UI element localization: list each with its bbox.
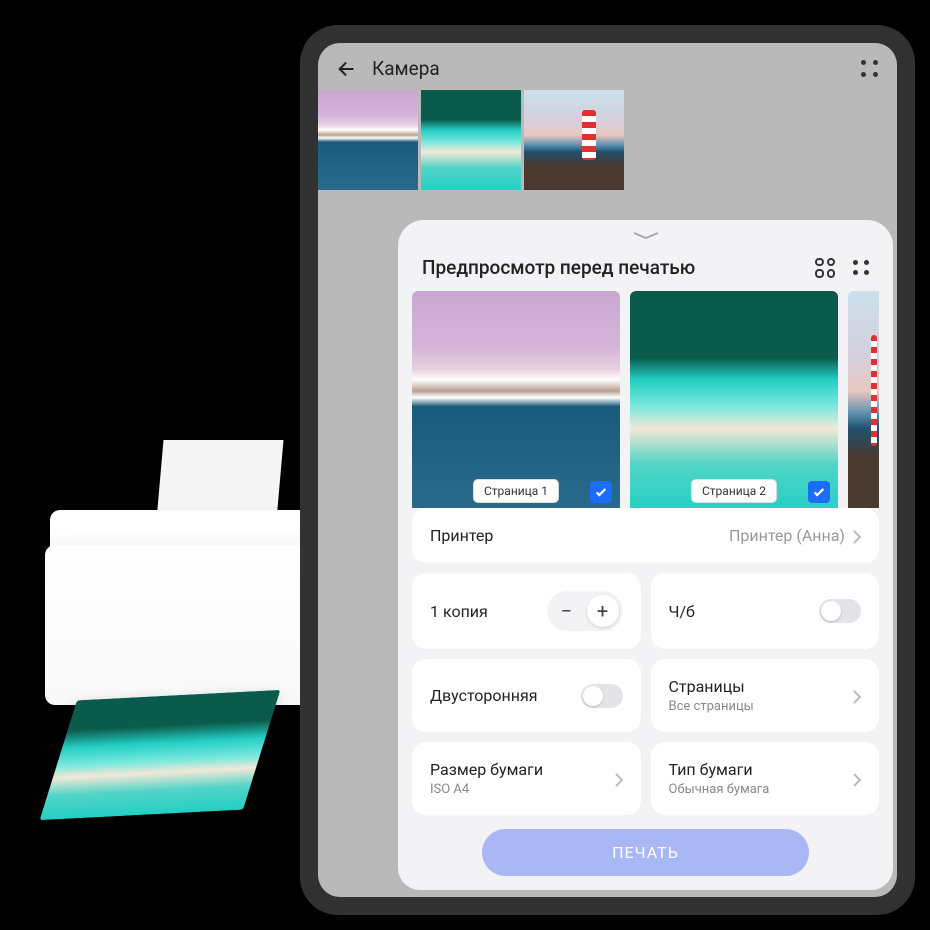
bw-label: Ч/б bbox=[669, 602, 695, 621]
panel-title: Предпросмотр перед печатью bbox=[422, 256, 695, 279]
increment-button[interactable]: + bbox=[587, 595, 619, 627]
printer-paper-in bbox=[157, 440, 284, 520]
thumbnail-mountain[interactable] bbox=[318, 90, 418, 190]
duplex-toggle[interactable] bbox=[581, 684, 623, 708]
page-label: Страница 2 bbox=[691, 479, 777, 503]
printer-setting[interactable]: Принтер Принтер (Анна) bbox=[412, 508, 879, 563]
copies-setting: 1 копия − + bbox=[412, 573, 641, 649]
thumbnail-strip bbox=[318, 90, 897, 190]
panel-more-icon[interactable] bbox=[853, 260, 869, 276]
selected-check-icon[interactable] bbox=[590, 481, 612, 503]
paper-size-value: ISO A4 bbox=[430, 782, 543, 797]
paper-type-value: Обычная бумага bbox=[669, 782, 770, 797]
copies-label: 1 копия bbox=[430, 602, 488, 621]
page-title: Камера bbox=[372, 57, 440, 80]
pages-value: Все страницы bbox=[669, 699, 754, 714]
chevron-right-icon bbox=[615, 772, 623, 786]
bw-setting: Ч/б bbox=[651, 573, 880, 649]
preview-page-3[interactable] bbox=[848, 291, 879, 508]
preview-row: Страница 1 Страница 2 bbox=[412, 291, 879, 508]
thumbnail-lighthouse[interactable] bbox=[524, 90, 624, 190]
chevron-right-icon bbox=[853, 529, 861, 543]
grid-view-icon[interactable] bbox=[815, 258, 835, 278]
preview-page-2[interactable]: Страница 2 bbox=[630, 291, 838, 508]
chevron-right-icon bbox=[853, 772, 861, 786]
paper-size-setting[interactable]: Размер бумаги ISO A4 bbox=[412, 742, 641, 815]
pages-setting[interactable]: Страницы Все страницы bbox=[651, 659, 880, 732]
chevron-right-icon bbox=[853, 689, 861, 703]
printer-label: Принтер bbox=[430, 526, 493, 545]
top-bar: Камера bbox=[318, 43, 897, 90]
decrement-button[interactable]: − bbox=[551, 595, 583, 627]
print-preview-panel: Предпросмотр перед печатью Страница 1 Ст… bbox=[398, 220, 893, 890]
page-label: Страница 1 bbox=[473, 479, 559, 503]
duplex-label: Двусторонняя bbox=[430, 686, 538, 705]
paper-size-label: Размер бумаги bbox=[430, 760, 543, 779]
thumbnail-island[interactable] bbox=[421, 90, 521, 190]
printer-output-photo bbox=[40, 690, 281, 820]
panel-handle-icon[interactable] bbox=[628, 230, 664, 240]
copies-stepper: − + bbox=[547, 591, 623, 631]
back-arrow-icon[interactable] bbox=[336, 58, 358, 80]
panel-header: Предпросмотр перед печатью bbox=[412, 250, 879, 291]
printer-value: Принтер (Анна) bbox=[729, 526, 845, 545]
preview-page-1[interactable]: Страница 1 bbox=[412, 291, 620, 508]
paper-type-setting[interactable]: Тип бумаги Обычная бумага bbox=[651, 742, 880, 815]
more-dots-icon[interactable] bbox=[861, 60, 879, 78]
duplex-setting: Двусторонняя bbox=[412, 659, 641, 732]
pages-label: Страницы bbox=[669, 677, 754, 696]
paper-type-label: Тип бумаги bbox=[669, 760, 770, 779]
print-button[interactable]: ПЕЧАТЬ bbox=[482, 829, 809, 876]
selected-check-icon[interactable] bbox=[808, 481, 830, 503]
bw-toggle[interactable] bbox=[819, 599, 861, 623]
